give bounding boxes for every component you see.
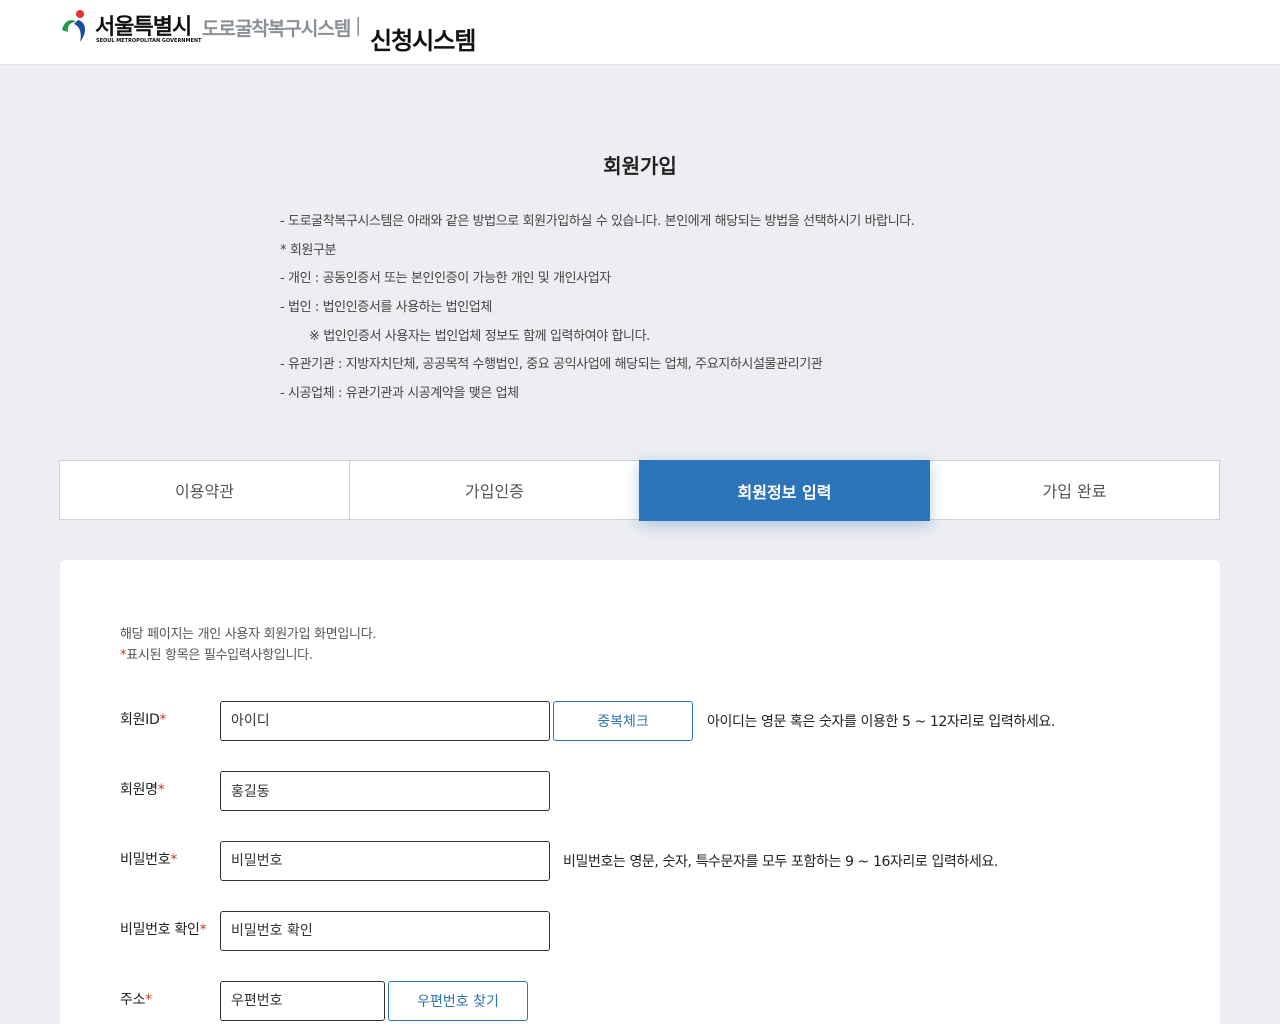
signup-steps: 이용약관 가입인증 회원정보 입력 가입 완료 <box>59 460 1220 521</box>
notice-item: - 개인 : 공동인증서 또는 본인인증이 가능한 개인 및 개인사업자 <box>280 271 611 287</box>
guide-line: *표시된 항목은 필수입력사항입니다. <box>120 645 376 666</box>
duplicate-check-button[interactable]: 중복체크 <box>553 701 693 741</box>
step-complete: 가입 완료 <box>929 460 1220 520</box>
address-label: 주소* <box>120 992 152 1008</box>
notice-item: * 회원구분 <box>280 242 337 258</box>
notice-item: - 시공업체 : 유관기관과 시공계약을 맺은 업체 <box>280 386 519 402</box>
member-name-label: 회원명* <box>120 782 165 798</box>
system-name: 도로굴착복구시스템 <box>202 18 351 40</box>
page-title: 회원가입 <box>603 154 677 178</box>
password-confirm-input[interactable] <box>220 911 550 951</box>
notice-item: - 유관기관 : 지방자치단체, 공공목적 수행법인, 중요 공익사업에 해당되… <box>280 357 823 373</box>
signup-form-card: 해당 페이지는 개인 사용자 회원가입 화면입니다. *표시된 항목은 필수입력… <box>60 560 1220 1024</box>
step-terms: 이용약관 <box>59 460 350 520</box>
password-label: 비밀번호* <box>120 852 178 868</box>
form-guide: 해당 페이지는 개인 사용자 회원가입 화면입니다. *표시된 항목은 필수입력… <box>120 624 377 666</box>
seoul-logo[interactable]: 서울특별시 SEOUL METROPOLITAN GOVERNMENT <box>58 8 201 48</box>
step-verification: 가입인증 <box>349 460 640 520</box>
logo-text: 서울특별시 <box>95 15 192 40</box>
app-title: 신청시스템 <box>370 27 476 55</box>
member-name-input[interactable] <box>220 771 550 811</box>
notice-item: - 법인 : 법인인증서를 사용하는 법인업체 <box>280 300 492 316</box>
step-member-info: 회원정보 입력 <box>639 460 930 521</box>
signup-notice: - 도로굴착복구시스템은 아래와 같은 방법으로 회원가입하실 수 있습니다. … <box>280 212 1040 413</box>
password-input[interactable] <box>220 841 550 881</box>
member-id-label: 회원ID* <box>120 712 167 728</box>
notice-item: - 도로굴착복구시스템은 아래와 같은 방법으로 회원가입하실 수 있습니다. … <box>280 214 915 229</box>
postal-code-search-button[interactable]: 우편번호 찾기 <box>388 981 528 1021</box>
top-header: 서울특별시 SEOUL METROPOLITAN GOVERNMENT 도로굴착… <box>0 0 1280 65</box>
password-confirm-label: 비밀번호 확인* <box>120 922 207 938</box>
seoul-emblem-icon <box>62 10 86 42</box>
notice-item: ※ 법인인증서 사용자는 법인업체 정보도 함께 입력하여야 합니다. <box>309 328 650 344</box>
guide-required-text: 표시된 항목은 필수입력사항입니다. <box>126 648 313 663</box>
member-id-input[interactable] <box>220 701 550 741</box>
guide-line: 해당 페이지는 개인 사용자 회원가입 화면입니다. <box>120 627 377 642</box>
member-id-hint: 아이디는 영문 혹은 숫자를 이용한 5 ~ 12자리로 입력하세요. <box>707 714 1055 730</box>
title-separator: | <box>355 14 362 36</box>
logo-subtext: SEOUL METROPOLITAN GOVERNMENT <box>96 38 202 44</box>
postal-code-input[interactable] <box>220 981 385 1021</box>
password-hint: 비밀번호는 영문, 숫자, 특수문자를 모두 포함하는 9 ~ 16자리로 입력… <box>563 854 998 870</box>
